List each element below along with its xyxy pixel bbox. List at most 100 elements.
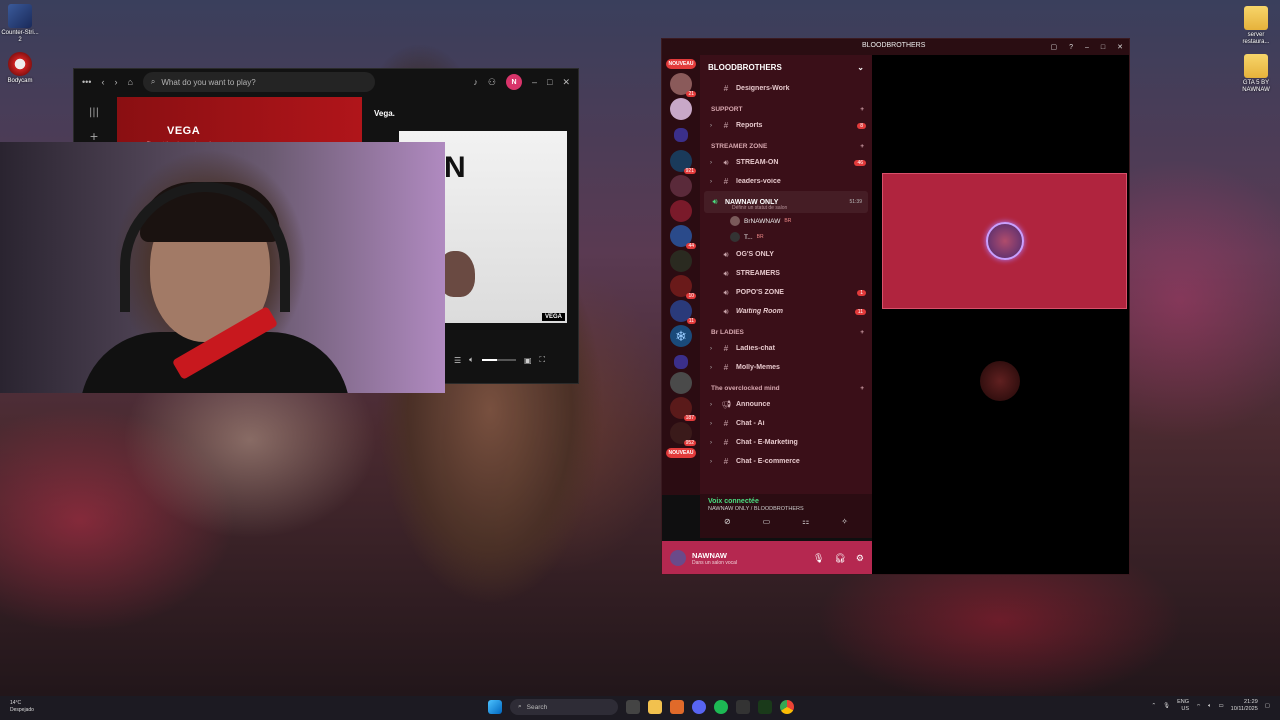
speaker-icon[interactable]: 🔈︎ [469,355,474,365]
category-support[interactable]: SUPPORT + [700,102,872,116]
server-icon[interactable] [674,355,688,369]
desktop-icon-server[interactable]: server restaura... [1236,6,1276,46]
channel-popos-zone[interactable]: 🔊︎ POPO'S ZONE 1 [700,283,872,302]
channel-leaders-voice[interactable]: › # leaders-voice [700,172,872,191]
discord-taskbar-icon[interactable] [692,700,706,714]
volume-icon[interactable]: 🔈︎ [1208,703,1211,710]
voice-member[interactable]: T... BR [700,229,872,245]
friends-icon[interactable]: ⚇ [488,77,496,88]
desktop-icon-bodycam[interactable]: Bodycam [0,52,40,85]
weather-widget[interactable]: 14°C Despejado [10,700,34,713]
server-icon[interactable] [670,200,692,222]
server-icon[interactable]: 44 [670,225,696,249]
new-pill[interactable]: NOUVEAU [666,59,696,69]
user-avatar[interactable]: N [506,74,522,90]
channel-announce[interactable]: › 📢︎ Announce [700,395,872,414]
mini-player-icon[interactable]: ▣ [524,356,532,365]
app-icon[interactable] [670,700,684,714]
wifi-icon[interactable]: ⌔ [1196,703,1201,710]
channel-ogs-only[interactable]: 🔊︎ OG'S ONLY [700,245,872,264]
chrome-icon[interactable] [780,700,794,714]
category-br-ladies[interactable]: Br LADIES + [700,325,872,339]
terminal-icon[interactable] [758,700,772,714]
battery-icon[interactable]: ▭ [1218,703,1223,709]
channel-stream-on[interactable]: › 🔊︎ STREAM-ON 46 [700,153,872,172]
inbox-icon[interactable]: ▢ [1050,43,1057,51]
forward-icon[interactable]: › [114,77,117,87]
clock[interactable]: 21:29 10/11/2025 [1231,699,1258,713]
server-icon[interactable]: 11 [670,300,696,324]
spotify-taskbar-icon[interactable] [714,700,728,714]
home-icon[interactable]: ⌂ [127,77,132,87]
channel-ladies-chat[interactable]: › # Ladies-chat [700,339,872,358]
snowflake-icon[interactable]: ❄ [670,325,692,347]
server-icon[interactable]: 187 [670,397,696,421]
close-icon[interactable]: ✕ [1117,43,1123,51]
more-icon[interactable]: ••• [82,77,91,87]
channel-molly-memes[interactable]: › # Molly-Memes [700,358,872,377]
user-avatar[interactable] [670,550,686,566]
server-icon[interactable] [670,250,692,272]
voice-channel-path[interactable]: NAWNAW ONLY / BLOODBROTHERS [708,506,864,512]
server-icon[interactable]: 952 [670,422,696,446]
voice-member[interactable]: BrNAWNAW BR [700,213,872,229]
microphone-icon[interactable]: 🎙︎ [813,553,824,564]
mic-tray-icon[interactable]: 🎙︎ [1163,703,1170,709]
fullscreen-icon[interactable]: ⛶ [540,355,546,365]
add-channel-icon[interactable]: + [860,385,864,392]
library-icon[interactable]: ||| [74,107,114,118]
add-channel-icon[interactable]: + [860,329,864,336]
server-icon[interactable]: 21 [670,73,696,97]
add-channel-icon[interactable]: + [860,143,864,150]
taskbar-search[interactable]: ⌕ Search [510,699,618,715]
screen-share-icon[interactable]: ▭ [763,517,771,526]
server-icon[interactable] [670,98,692,120]
file-explorer-icon[interactable] [648,700,662,714]
volume-slider[interactable] [481,359,516,361]
user-info[interactable]: NAWNAW Dans un salon vocal [692,551,737,566]
task-view-icon[interactable] [626,700,640,714]
channel-reports[interactable]: › # Reports 8 [700,116,872,135]
windows-start-icon[interactable] [488,700,502,714]
maximize-icon[interactable]: □ [547,77,552,87]
maximize-icon[interactable]: □ [1101,44,1105,51]
back-icon[interactable]: ‹ [101,77,104,87]
camera-off-icon[interactable]: ⊘ [724,517,731,526]
channel-designers-work[interactable]: # Designers-Work [700,79,872,98]
category-streamer-zone[interactable]: STREAMER ZONE + [700,139,872,153]
notifications-icon[interactable]: ▢ [1265,703,1270,709]
server-icon[interactable] [670,372,692,394]
language-indicator[interactable]: ENG US [1177,699,1189,713]
desktop-icon-cs2[interactable]: Counter-Stri... 2 [0,4,40,44]
now-playing-title[interactable]: Vega. [374,109,395,118]
close-icon[interactable]: ✕ [562,77,570,88]
channel-chat-e-commerce[interactable]: › # Chat - E-commerce [700,452,872,471]
channel-streamers[interactable]: 🔊︎ STREAMERS [700,264,872,283]
add-channel-icon[interactable]: + [860,106,864,113]
queue-icon[interactable]: ☰ [454,356,461,365]
server-icon[interactable] [674,128,688,142]
server-icon[interactable]: 921 [670,150,696,174]
chevron-up-icon[interactable]: ⌃ [1151,703,1156,709]
settings-gear-icon[interactable]: ⚙ [856,553,864,564]
desktop-icon-gta5[interactable]: GTA 5 BY NAWNAW [1236,54,1276,94]
channel-chat-ai[interactable]: › # Chat - Ai [700,414,872,433]
soundboard-icon[interactable]: ✧ [841,517,848,526]
channel-waiting-room[interactable]: 🔊︎ Waiting Room 11 [700,302,872,321]
minimize-icon[interactable]: – [1085,44,1089,51]
channel-chat-e-marketing[interactable]: › # Chat - E-Marketing [700,433,872,452]
app-icon[interactable] [736,700,750,714]
guild-header[interactable]: BLOODBROTHERS ⌄ [700,55,872,79]
new-pill[interactable]: NOUVEAU [666,448,696,458]
channel-status-hint[interactable]: Définir un statut de salon [732,205,787,211]
headphones-icon[interactable]: 🎧︎ [834,553,845,564]
activities-icon[interactable]: ⚏ [802,517,809,526]
participant-avatar-secondary[interactable] [980,361,1020,401]
server-icon[interactable]: 10 [670,275,696,299]
server-icon[interactable] [670,175,692,197]
bell-icon[interactable]: ♪ [473,77,478,87]
participant-tile[interactable] [882,173,1127,309]
channel-nawnaw-only[interactable]: 🔊︎ NAWNAW ONLY 51:39 Définir un statut d… [704,191,868,213]
spotify-search-input[interactable]: ⌕ What do you want to play? [142,72,375,92]
category-overclocked-mind[interactable]: The overclocked mind + [700,381,872,395]
